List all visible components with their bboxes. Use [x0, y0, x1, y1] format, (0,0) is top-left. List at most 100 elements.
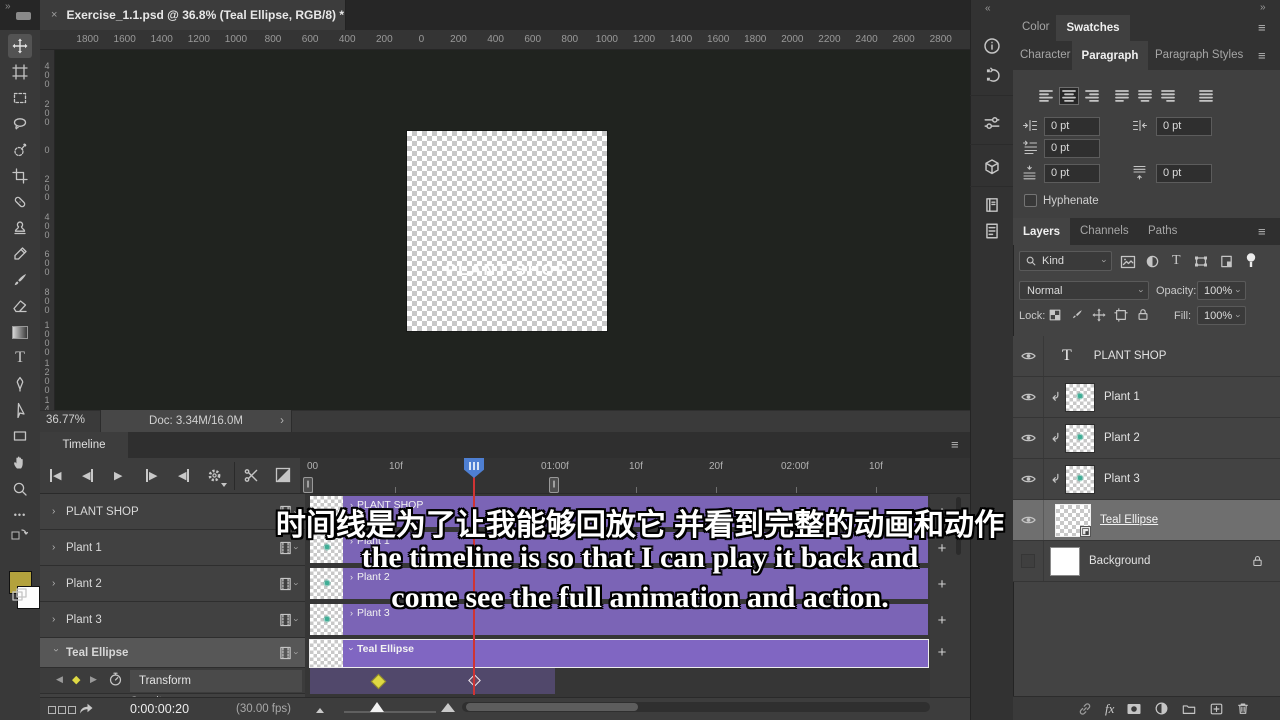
link-layers-icon[interactable]: [1077, 701, 1093, 717]
lock-transparency-icon[interactable]: [1048, 308, 1062, 322]
layers-menu-icon[interactable]: ≡: [1258, 224, 1266, 239]
tab-paths[interactable]: Paths: [1148, 225, 1177, 237]
clone-stamp-tool[interactable]: [8, 216, 32, 240]
justify-all-button[interactable]: [1196, 87, 1216, 105]
justify-last-left-button[interactable]: [1112, 87, 1132, 105]
render-export-arrow-icon[interactable]: [78, 700, 94, 716]
swatches-menu-icon[interactable]: ≡: [1258, 20, 1266, 35]
tab-paragraph-styles[interactable]: Paragraph Styles: [1155, 49, 1243, 61]
delete-layer-trash-icon[interactable]: [1236, 701, 1250, 716]
info-panel-icon[interactable]: [983, 37, 1001, 55]
work-area-start-handle[interactable]: ∥: [303, 477, 313, 493]
3d-panel-icon[interactable]: [983, 158, 1001, 176]
new-group-folder-icon[interactable]: [1181, 702, 1197, 716]
layer-row-plant-2[interactable]: Plant 2: [1013, 418, 1280, 459]
layer-thumbnail[interactable]: [1066, 425, 1094, 452]
hyphenate-checkbox[interactable]: [1024, 194, 1037, 207]
filter-smart-object-icon[interactable]: [1219, 254, 1234, 269]
layer-row-plant-3[interactable]: Plant 3: [1013, 459, 1280, 500]
tab-color[interactable]: Color: [1022, 21, 1049, 33]
work-area-end-handle[interactable]: ∥: [549, 477, 559, 493]
shape-tool[interactable]: [8, 424, 32, 448]
hand-tool[interactable]: [8, 450, 32, 474]
zoom-level[interactable]: 36.77%: [46, 414, 85, 426]
space-after-field[interactable]: 0 pt: [1156, 164, 1212, 183]
previous-frame-button[interactable]: ◀: [82, 469, 93, 482]
layer-thumbnail[interactable]: [1066, 466, 1094, 493]
eraser-tool[interactable]: [8, 294, 32, 318]
timeline-horizontal-scrollbar-thumb[interactable]: [466, 703, 638, 711]
space-before-field[interactable]: 0 pt: [1044, 164, 1100, 183]
clip-teal-ellipse-selected[interactable]: ›Teal Ellipse: [310, 640, 928, 667]
tab-swatches[interactable]: Swatches: [1056, 15, 1130, 41]
timeline-zoom-slider-thumb[interactable]: [370, 702, 384, 712]
pen-tool[interactable]: [8, 372, 32, 396]
notes-panel-icon[interactable]: [983, 222, 1001, 240]
next-frame-button[interactable]: ▶: [146, 469, 157, 482]
new-layer-plus-icon[interactable]: [1209, 702, 1224, 716]
lasso-tool[interactable]: [8, 112, 32, 136]
blend-mode-dropdown[interactable]: Normal ›: [1019, 281, 1149, 300]
indent-left-field[interactable]: 0 pt: [1044, 117, 1100, 136]
previous-keyframe-button[interactable]: ◀: [56, 674, 63, 685]
filter-image-layers-icon[interactable]: [1120, 255, 1136, 269]
document-tab[interactable]: × Exercise_1.1.psd @ 36.8% (Teal Ellipse…: [40, 0, 346, 30]
timeline-menu-icon[interactable]: ≡: [951, 437, 959, 452]
go-to-first-frame-button[interactable]: ◀: [50, 469, 61, 482]
stopwatch-icon[interactable]: [108, 671, 123, 687]
chevron-down-icon[interactable]: ›: [347, 648, 357, 651]
tab-layers[interactable]: Layers: [1013, 218, 1070, 245]
layer-thumbnail[interactable]: [1066, 384, 1094, 411]
collapse-dock-icon[interactable]: «: [985, 3, 991, 14]
indent-first-line-field[interactable]: 0 pt: [1044, 139, 1100, 158]
visibility-toggle[interactable]: [1013, 336, 1044, 376]
timeline-zoom-slider[interactable]: [344, 711, 436, 713]
chevron-right-icon[interactable]: ›: [280, 415, 284, 427]
transform-property-label[interactable]: Transform: [130, 670, 302, 692]
quick-selection-tool[interactable]: [8, 138, 32, 162]
close-tab-icon[interactable]: ×: [51, 9, 57, 21]
add-media-button[interactable]: +: [933, 644, 951, 661]
zoom-out-timeline-icon[interactable]: [316, 708, 324, 713]
layer-row-plant-1[interactable]: Plant 1: [1013, 377, 1280, 418]
align-left-button[interactable]: [1036, 87, 1056, 105]
align-right-button[interactable]: [1082, 87, 1102, 105]
transition-icon[interactable]: [275, 467, 291, 483]
add-adjustment-layer-icon[interactable]: [1154, 701, 1169, 716]
add-keyframe-diamond-icon[interactable]: ◆: [72, 673, 80, 686]
play-button[interactable]: ▶: [114, 469, 122, 482]
visibility-toggle[interactable]: [1013, 418, 1044, 458]
tab-character[interactable]: Character: [1020, 49, 1071, 61]
brush-tool[interactable]: [8, 268, 32, 292]
justify-last-right-button[interactable]: [1158, 87, 1178, 105]
audio-toggle-icon[interactable]: ◀: [178, 469, 189, 482]
lock-artboard-icon[interactable]: [1114, 308, 1128, 322]
track-row-teal-ellipse[interactable]: › Teal Ellipse ›: [40, 638, 305, 668]
crop-tool[interactable]: [8, 164, 32, 188]
document-size-info[interactable]: Doc: 3.34M/16.0M ›: [100, 410, 292, 432]
visibility-toggle[interactable]: [1013, 459, 1044, 499]
tab-timeline[interactable]: Timeline: [40, 432, 128, 458]
chevron-down-icon[interactable]: ›: [292, 651, 302, 654]
visibility-toggle[interactable]: [1013, 377, 1044, 417]
layer-styles-fx-icon[interactable]: fx: [1105, 701, 1114, 717]
healing-brush-tool[interactable]: [8, 190, 32, 214]
layer-row-plant-shop[interactable]: T PLANT SHOP: [1013, 336, 1280, 377]
opacity-dropdown[interactable]: 100% ›: [1197, 281, 1246, 300]
lock-position-icon[interactable]: [1092, 308, 1106, 322]
frame-animation-toggle-icon[interactable]: [48, 705, 78, 717]
justify-last-center-button[interactable]: [1135, 87, 1155, 105]
expand-toolbar-icon[interactable]: »: [5, 1, 11, 12]
tab-channels[interactable]: Channels: [1080, 225, 1129, 237]
timeline-settings-gear-icon[interactable]: [206, 467, 223, 484]
filter-adjustment-layers-icon[interactable]: [1145, 254, 1160, 269]
eyedropper-tool[interactable]: [8, 242, 32, 266]
tab-paragraph[interactable]: Paragraph: [1072, 41, 1148, 70]
marquee-tool[interactable]: [8, 86, 32, 110]
libraries-panel-icon[interactable]: [983, 196, 1001, 214]
filter-shape-layers-icon[interactable]: [1193, 254, 1209, 269]
gradient-tool[interactable]: [8, 320, 32, 344]
chevron-down-icon[interactable]: ›: [51, 649, 62, 657]
frame-tool[interactable]: [8, 60, 32, 84]
zoom-tool[interactable]: [8, 477, 32, 501]
